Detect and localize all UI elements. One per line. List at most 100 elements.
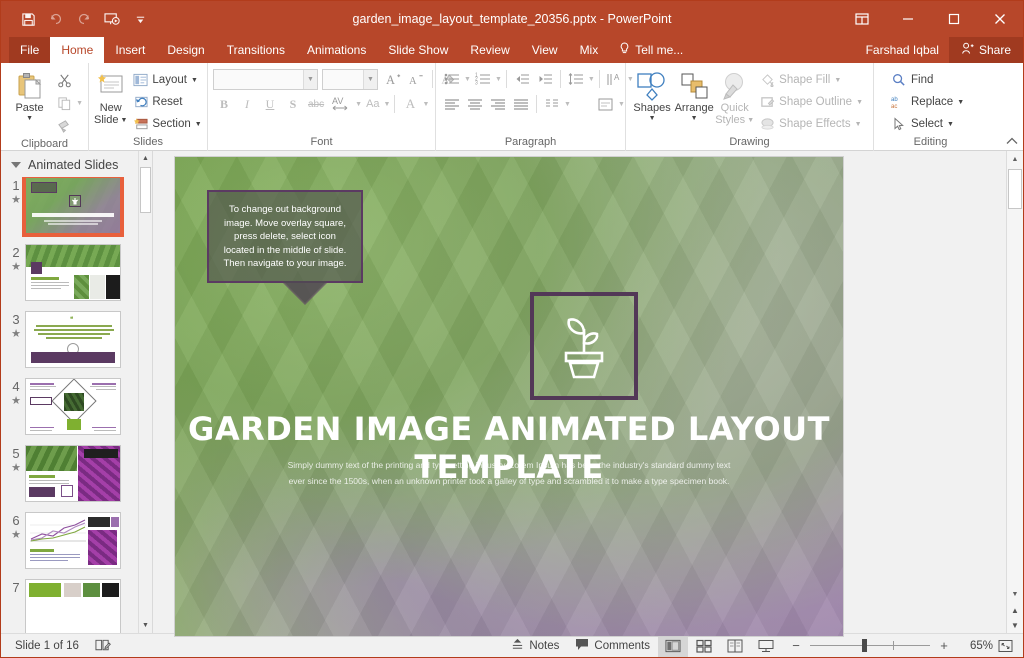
section-collapse-icon[interactable] <box>11 162 21 168</box>
slide-thumbnail-1[interactable] <box>25 177 121 234</box>
scroll-down-icon[interactable]: ▼ <box>139 618 152 633</box>
list-item[interactable]: 3 ★ ❝ <box>7 311 152 368</box>
normal-view-button[interactable] <box>658 635 688 657</box>
thumbnail-list[interactable]: 1 ★ 2 <box>1 177 152 633</box>
notes-edit-icon[interactable] <box>87 635 119 657</box>
shape-fill-button[interactable]: Shape Fill ▼ <box>754 69 868 90</box>
italic-button[interactable]: I <box>236 93 258 115</box>
change-case-button[interactable]: Aa <box>363 93 382 115</box>
tab-slide-show[interactable]: Slide Show <box>377 37 459 63</box>
font-name-input[interactable]: ▼ <box>213 69 318 90</box>
tab-design[interactable]: Design <box>156 37 215 63</box>
text-direction-button[interactable]: A <box>604 68 626 90</box>
shape-effects-button[interactable]: Shape Effects ▼ <box>754 113 868 134</box>
scroll-up-icon[interactable]: ▲ <box>139 151 152 166</box>
shape-outline-caret-icon[interactable]: ▼ <box>856 99 863 106</box>
numbering-caret-icon[interactable]: ▼ <box>495 76 502 83</box>
scroll-down-icon[interactable]: ▼ <box>1007 586 1023 603</box>
line-spacing-button[interactable] <box>565 68 587 90</box>
slide-thumbnail-2[interactable] <box>25 244 121 301</box>
font-size-input[interactable]: ▼ <box>322 69 378 90</box>
slide-show-view-button[interactable] <box>751 635 781 657</box>
redo-icon[interactable] <box>71 6 97 32</box>
slide-subtitle[interactable]: Simply dummy text of the printing and ty… <box>270 457 748 489</box>
bold-button[interactable]: B <box>213 93 235 115</box>
comments-button[interactable]: Comments <box>567 635 658 657</box>
current-slide[interactable]: To change out background image. Move ove… <box>175 157 843 636</box>
animation-star-icon[interactable]: ★ <box>11 529 21 541</box>
close-icon[interactable] <box>977 1 1023 37</box>
list-item[interactable]: 2 ★ <box>7 244 152 301</box>
zoom-in-button[interactable]: + <box>937 638 951 653</box>
layout-button[interactable]: Layout ▼ <box>127 69 206 90</box>
bullets-caret-icon[interactable]: ▼ <box>464 76 471 83</box>
increase-indent-button[interactable] <box>534 68 556 90</box>
arrange-button[interactable]: Arrange ▼ <box>673 67 715 122</box>
align-text-caret-icon[interactable]: ▼ <box>618 101 625 108</box>
font-size-caret-icon[interactable]: ▼ <box>363 70 377 89</box>
tab-view[interactable]: View <box>521 37 569 63</box>
tab-animations[interactable]: Animations <box>296 37 377 63</box>
new-slide-button[interactable]: New Slide ▼ <box>94 67 127 126</box>
font-color-button[interactable]: A <box>399 93 421 115</box>
list-item[interactable]: 7 <box>7 579 152 633</box>
shape-outline-button[interactable]: Shape Outline ▼ <box>754 91 868 112</box>
slide-thumbnail-6[interactable] <box>25 512 121 569</box>
copy-button[interactable] <box>53 92 75 114</box>
undo-icon[interactable] <box>43 6 69 32</box>
arrange-caret-icon[interactable]: ▼ <box>691 115 698 122</box>
align-left-button[interactable] <box>441 93 463 115</box>
zoom-slider-thumb[interactable] <box>862 639 867 652</box>
select-button[interactable]: Select ▼ <box>886 113 969 134</box>
shape-fill-caret-icon[interactable]: ▼ <box>834 77 841 84</box>
paste-caret-icon[interactable]: ▼ <box>26 115 33 122</box>
slide-thumbnail-4[interactable] <box>25 378 121 435</box>
tab-review[interactable]: Review <box>459 37 520 63</box>
tell-me-box[interactable]: Tell me... <box>609 37 693 63</box>
slide-thumbnail-3[interactable]: ❝ <box>25 311 121 368</box>
animation-star-icon[interactable]: ★ <box>11 462 21 474</box>
justify-button[interactable] <box>510 93 532 115</box>
new-slide-caret-icon[interactable]: ▼ <box>120 117 127 124</box>
tab-home[interactable]: Home <box>50 37 104 63</box>
reset-button[interactable]: Reset <box>127 91 206 112</box>
align-text-button[interactable] <box>595 93 617 115</box>
bullets-button[interactable] <box>441 68 463 90</box>
animation-star-icon[interactable]: ★ <box>11 261 21 273</box>
increase-font-size-button[interactable]: A <box>383 68 405 90</box>
align-center-button[interactable] <box>464 93 486 115</box>
ribbon-display-options-icon[interactable] <box>839 1 885 37</box>
instruction-callout[interactable]: To change out background image. Move ove… <box>207 190 363 283</box>
underline-button[interactable]: U <box>259 93 281 115</box>
replace-caret-icon[interactable]: ▼ <box>957 99 964 106</box>
thumbnail-scrollbar[interactable]: ▲ ▼ <box>138 151 152 633</box>
slide-thumbnail-7[interactable] <box>25 579 121 633</box>
slide-sorter-view-button[interactable] <box>689 635 719 657</box>
columns-button[interactable] <box>541 93 563 115</box>
slide-vertical-scrollbar[interactable]: ▲ ▼ ▲ ▼ <box>1006 151 1023 633</box>
cut-button[interactable] <box>53 69 75 91</box>
notes-button[interactable]: Notes <box>503 635 567 657</box>
decrease-indent-button[interactable] <box>511 68 533 90</box>
image-placeholder-box[interactable] <box>530 292 638 400</box>
zoom-out-button[interactable]: − <box>789 638 803 653</box>
tab-insert[interactable]: Insert <box>104 37 156 63</box>
scroll-up-icon[interactable]: ▲ <box>1007 151 1023 168</box>
list-item[interactable]: 6 ★ <box>7 512 152 569</box>
tab-mix[interactable]: Mix <box>569 37 610 63</box>
shapes-caret-icon[interactable]: ▼ <box>649 115 656 122</box>
maximize-icon[interactable] <box>931 1 977 37</box>
scrollbar-thumb[interactable] <box>140 167 151 213</box>
fit-to-window-button[interactable] <box>993 635 1017 657</box>
paste-button[interactable]: Paste ▼ <box>6 67 53 122</box>
previous-slide-icon[interactable]: ▲ <box>1007 603 1023 618</box>
reading-view-button[interactable] <box>720 635 750 657</box>
quick-styles-button[interactable]: Quick Styles ▼ <box>715 67 754 126</box>
collapse-ribbon-icon[interactable] <box>1006 135 1018 149</box>
align-right-button[interactable] <box>487 93 509 115</box>
strikethrough-button[interactable]: abc <box>305 93 327 115</box>
zoom-slider-track[interactable] <box>810 645 930 646</box>
minimize-icon[interactable] <box>885 1 931 37</box>
shape-effects-caret-icon[interactable]: ▼ <box>855 121 862 128</box>
character-spacing-caret-icon[interactable]: ▼ <box>355 101 362 108</box>
